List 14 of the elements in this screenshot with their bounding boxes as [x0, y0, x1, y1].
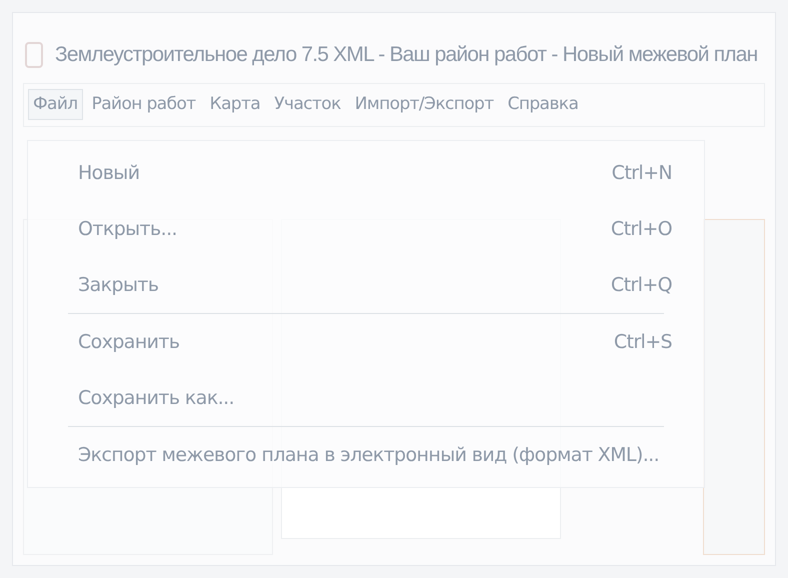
document-icon: [25, 42, 43, 68]
menu-tab[interactable]: Справка: [502, 88, 584, 120]
menu-item[interactable]: Открыть... Ctrl+O: [28, 201, 704, 257]
menu-tab[interactable]: Импорт/Экспорт: [350, 88, 499, 120]
menu-item[interactable]: Новый Ctrl+N: [28, 145, 704, 201]
menu-item[interactable]: Сохранить Ctrl+S: [28, 314, 704, 370]
menu-item[interactable]: Закрыть Ctrl+Q: [28, 257, 704, 313]
menu-tab[interactable]: Файл: [28, 88, 83, 120]
menu-tab[interactable]: Карта: [204, 88, 266, 120]
menu-tab[interactable]: Район работ: [86, 88, 201, 120]
window-title: Землеустроительное дело 7.5 XML - Ваш район работ - Новый межевой план: [55, 42, 758, 68]
menu-item[interactable]: Экспорт межевого плана в электронный вид (формат XML)...: [28, 427, 704, 483]
menu-tab[interactable]: Участок: [269, 88, 346, 120]
menu-item[interactable]: Сохранить как...: [28, 370, 704, 426]
